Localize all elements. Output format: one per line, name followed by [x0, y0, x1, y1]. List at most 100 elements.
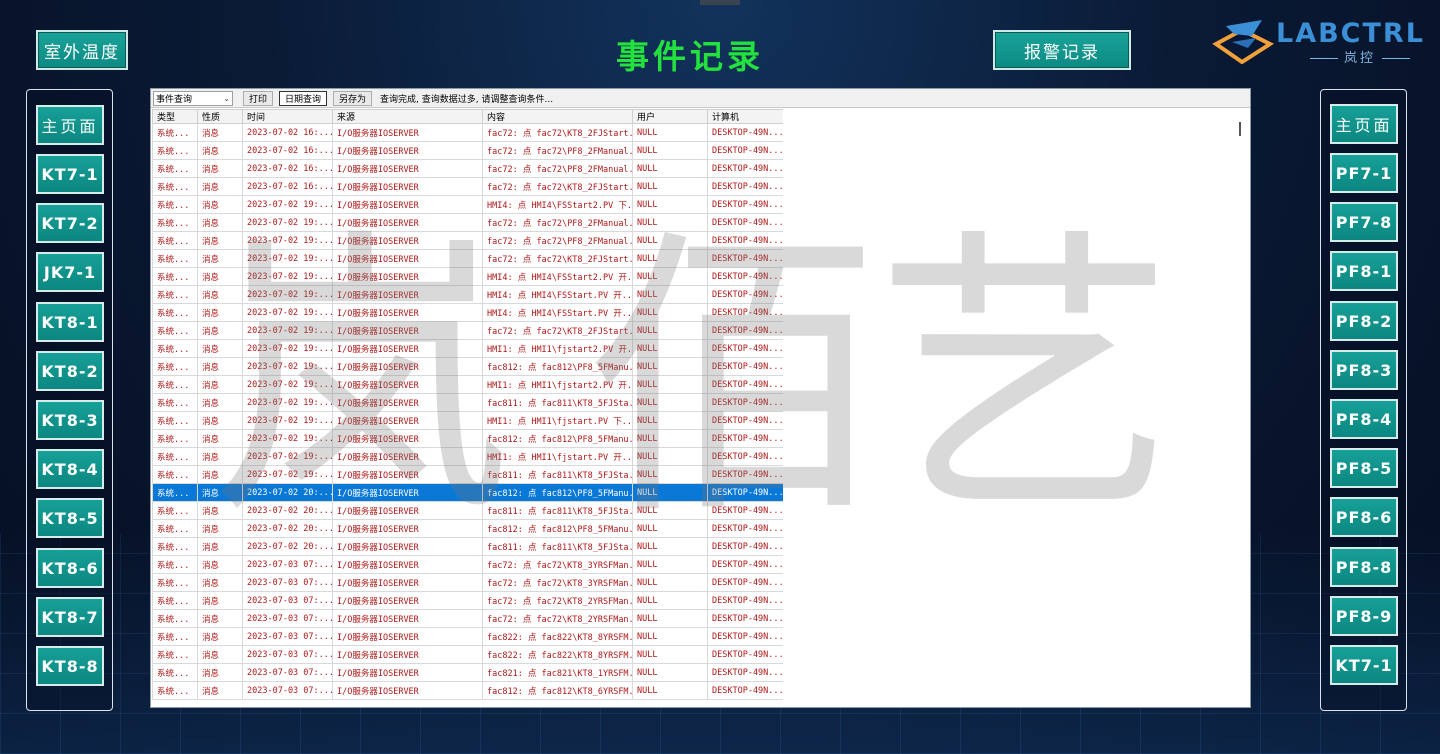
query-type-select[interactable]: 事件查询 ⌄	[153, 90, 233, 106]
col-header-content[interactable]: 内容	[482, 109, 633, 124]
left-nav-kt8-2[interactable]: KT8-2	[36, 351, 104, 391]
right-nav-pf8-2[interactable]: PF8-2	[1330, 301, 1398, 341]
table-cell: 消息	[197, 123, 243, 142]
table-row[interactable]: 系统... 消息 2023-07-02 20:... I/O服务器IOSERVER fa…	[152, 483, 783, 502]
print-button[interactable]: 打印	[243, 90, 274, 106]
left-nav-kt7-2[interactable]: KT7-2	[36, 203, 104, 243]
col-header-time[interactable]: 时间	[242, 109, 333, 124]
table-row[interactable]: 系统... 消息 2023-07-02 19:... I/O服务器IOSERVER HM…	[152, 339, 783, 358]
table-row[interactable]: 系统... 消息 2023-07-02 19:... I/O服务器IOSERVER HM…	[152, 267, 783, 286]
left-nav-kt8-7[interactable]: KT8-7	[36, 597, 104, 637]
table-cell: 2023-07-02 19:...	[242, 339, 333, 358]
table-cell: fac812: 点 fac812\PF8_5FManu...	[482, 357, 633, 376]
table-cell: 系统...	[152, 123, 198, 142]
table-row[interactable]: 系统... 消息 2023-07-02 19:... I/O服务器IOSERVER fa…	[152, 213, 783, 232]
table-cell: fac72: 点 fac72\KT8_2FJStart...	[482, 123, 633, 142]
query-type-value: 事件查询	[156, 94, 193, 105]
left-nav-kt8-5[interactable]: KT8-5	[36, 498, 104, 538]
left-nav-jk7-1[interactable]: JK7-1	[36, 252, 104, 292]
col-header-user[interactable]: 用户	[632, 109, 708, 124]
table-cell: 消息	[197, 609, 243, 628]
table-row[interactable]: 系统... 消息 2023-07-02 19:... I/O服务器IOSERVER HM…	[152, 195, 783, 214]
table-row[interactable]: 系统... 消息 2023-07-02 19:... I/O服务器IOSERVER HM…	[152, 447, 783, 466]
alarm-records-button[interactable]: 报警记录	[993, 30, 1131, 70]
table-row[interactable]: 系统... 消息 2023-07-02 19:... I/O服务器IOSERVER fa…	[152, 321, 783, 340]
scroll-indicator[interactable]	[1239, 122, 1241, 136]
outdoor-temp-button[interactable]: 室外温度	[36, 30, 128, 70]
left-nav-home[interactable]: 主页面	[36, 105, 104, 145]
table-row[interactable]: 系统... 消息 2023-07-03 07:... I/O服务器IOSERVER fa…	[152, 627, 783, 646]
col-header-type[interactable]: 类型	[152, 109, 198, 124]
table-cell: 消息	[197, 285, 243, 304]
save-as-button[interactable]: 另存为	[333, 90, 373, 106]
table-row[interactable]: 系统... 消息 2023-07-03 07:... I/O服务器IOSERVER fa…	[152, 681, 783, 700]
left-nav-kt8-1[interactable]: KT8-1	[36, 302, 104, 342]
table-row[interactable]: 系统... 消息 2023-07-03 07:... I/O服务器IOSERVER fa…	[152, 609, 783, 628]
table-cell: 消息	[197, 465, 243, 484]
table-cell: 消息	[197, 501, 243, 520]
table-row[interactable]: 系统... 消息 2023-07-03 07:... I/O服务器IOSERVER fa…	[152, 645, 783, 664]
table-cell: 2023-07-02 19:...	[242, 285, 333, 304]
right-nav-pf8-6[interactable]: PF8-6	[1330, 497, 1398, 537]
table-cell: NULL	[632, 645, 708, 664]
table-cell: I/O服务器IOSERVER	[332, 123, 483, 142]
right-nav-home[interactable]: 主页面	[1330, 104, 1398, 144]
table-cell: 系统...	[152, 195, 198, 214]
table-cell: DESKTOP-49N...	[707, 249, 783, 268]
table-row[interactable]: 系统... 消息 2023-07-02 19:... I/O服务器IOSERVER fa…	[152, 357, 783, 376]
table-cell: 2023-07-02 20:...	[242, 483, 333, 502]
right-nav-pf7-1[interactable]: PF7-1	[1330, 153, 1398, 193]
table-row[interactable]: 系统... 消息 2023-07-02 19:... I/O服务器IOSERVER fa…	[152, 465, 783, 484]
table-cell: I/O服务器IOSERVER	[332, 429, 483, 448]
left-nav-kt8-6[interactable]: KT8-6	[36, 548, 104, 588]
col-header-source[interactable]: 来源	[332, 109, 483, 124]
table-row[interactable]: 系统... 消息 2023-07-02 16:... I/O服务器IOSERVER fa…	[152, 177, 783, 196]
left-nav-kt8-3[interactable]: KT8-3	[36, 400, 104, 440]
table-row[interactable]: 系统... 消息 2023-07-02 20:... I/O服务器IOSERVER fa…	[152, 501, 783, 520]
right-nav-kt7-1[interactable]: KT7-1	[1330, 645, 1398, 685]
right-nav-pf8-3[interactable]: PF8-3	[1330, 350, 1398, 390]
table-row[interactable]: 系统... 消息 2023-07-03 07:... I/O服务器IOSERVER fa…	[152, 663, 783, 682]
table-row[interactable]: 系统... 消息 2023-07-02 20:... I/O服务器IOSERVER fa…	[152, 519, 783, 538]
right-nav-pf8-4[interactable]: PF8-4	[1330, 399, 1398, 439]
table-cell: I/O服务器IOSERVER	[332, 231, 483, 250]
table-row[interactable]: 系统... 消息 2023-07-02 16:... I/O服务器IOSERVER fa…	[152, 159, 783, 178]
table-row[interactable]: 系统... 消息 2023-07-02 16:... I/O服务器IOSERVER fa…	[152, 123, 783, 142]
col-header-nature[interactable]: 性质	[197, 109, 243, 124]
table-row[interactable]: 系统... 消息 2023-07-02 19:... I/O服务器IOSERVER fa…	[152, 231, 783, 250]
date-query-button[interactable]: 日期查询	[279, 90, 328, 106]
right-nav-pf8-8[interactable]: PF8-8	[1330, 547, 1398, 587]
table-cell: 消息	[197, 249, 243, 268]
left-nav-kt8-4[interactable]: KT8-4	[36, 449, 104, 489]
right-nav-pf8-5[interactable]: PF8-5	[1330, 448, 1398, 488]
table-row[interactable]: 系统... 消息 2023-07-02 19:... I/O服务器IOSERVER fa…	[152, 429, 783, 448]
table-cell: NULL	[632, 159, 708, 178]
table-row[interactable]: 系统... 消息 2023-07-02 16:... I/O服务器IOSERVER fa…	[152, 141, 783, 160]
table-cell: fac72: 点 fac72\KT8_3YRSFMan...	[482, 555, 633, 574]
right-nav-pf8-1[interactable]: PF8-1	[1330, 251, 1398, 291]
table-cell: fac72: 点 fac72\KT8_2FJStart...	[482, 321, 633, 340]
table-cell: fac811: 点 fac811\KT8_5FJSta...	[482, 393, 633, 412]
table-row[interactable]: 系统... 消息 2023-07-02 19:... I/O服务器IOSERVER HM…	[152, 285, 783, 304]
table-row[interactable]: 系统... 消息 2023-07-02 20:... I/O服务器IOSERVER fa…	[152, 537, 783, 556]
table-cell: DESKTOP-49N...	[707, 663, 783, 682]
table-row[interactable]: 系统... 消息 2023-07-02 19:... I/O服务器IOSERVER fa…	[152, 249, 783, 268]
table-row[interactable]: 系统... 消息 2023-07-02 19:... I/O服务器IOSERVER fa…	[152, 393, 783, 412]
table-cell: 消息	[197, 339, 243, 358]
table-row[interactable]: 系统... 消息 2023-07-02 19:... I/O服务器IOSERVER HM…	[152, 303, 783, 322]
left-nav-kt7-1[interactable]: KT7-1	[36, 154, 104, 194]
table-row[interactable]: 系统... 消息 2023-07-03 07:... I/O服务器IOSERVER fa…	[152, 591, 783, 610]
table-row[interactable]: 系统... 消息 2023-07-02 19:... I/O服务器IOSERVER HM…	[152, 411, 783, 430]
event-table[interactable]: 类型 性质 时间 来源 内容 用户 计算机 系统... 消息 2023-07-02 …	[152, 109, 783, 707]
col-header-computer[interactable]: 计算机	[707, 109, 783, 124]
table-row[interactable]: 系统... 消息 2023-07-02 19:... I/O服务器IOSERVER HM…	[152, 375, 783, 394]
table-row[interactable]: 系统... 消息 2023-07-03 07:... I/O服务器IOSERVER fa…	[152, 555, 783, 574]
table-cell: NULL	[632, 303, 708, 322]
table-row[interactable]: 系统... 消息 2023-07-03 07:... I/O服务器IOSERVER fa…	[152, 573, 783, 592]
table-cell: NULL	[632, 285, 708, 304]
right-nav-pf7-8[interactable]: PF7-8	[1330, 202, 1398, 242]
table-cell: 系统...	[152, 519, 198, 538]
right-nav-pf8-9[interactable]: PF8-9	[1330, 596, 1398, 636]
table-cell: I/O服务器IOSERVER	[332, 321, 483, 340]
left-nav-kt8-8[interactable]: KT8-8	[36, 646, 104, 686]
